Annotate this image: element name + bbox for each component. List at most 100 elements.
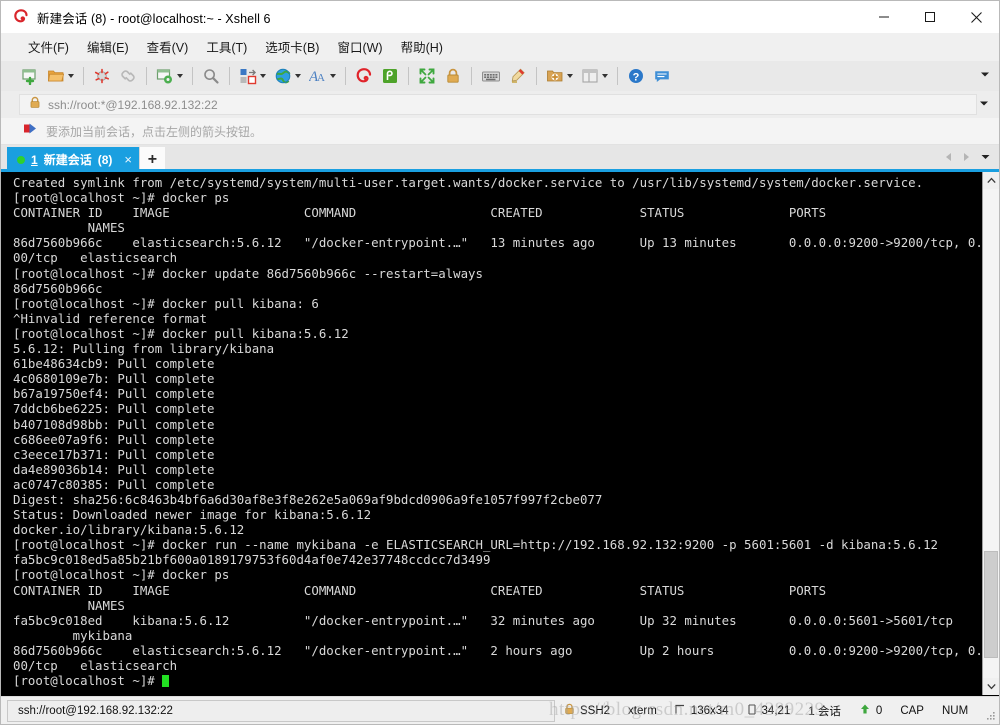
connection-status-icon xyxy=(17,155,25,164)
chevron-down-icon[interactable] xyxy=(68,74,74,78)
upload-icon xyxy=(859,703,871,718)
xftp-icon[interactable] xyxy=(378,64,402,88)
tab-prev-button[interactable] xyxy=(944,149,953,167)
terminal-output[interactable]: Created symlink from /etc/systemd/system… xyxy=(1,172,982,695)
disconnect-button[interactable] xyxy=(90,64,114,88)
chevron-down-icon[interactable] xyxy=(295,74,301,78)
menu-view[interactable]: 查看(V) xyxy=(138,33,198,60)
open-folder-button[interactable] xyxy=(44,64,77,88)
menu-edit[interactable]: 编辑(E) xyxy=(78,33,138,60)
terminal-line: NAMES xyxy=(13,220,125,236)
terminal-line: c686ee07a9f6: Pull complete xyxy=(13,431,215,447)
highlight-pen-button[interactable] xyxy=(506,64,530,88)
terminal-line: 61be48634cb9: Pull complete xyxy=(13,356,215,372)
status-session-url: ssh://root@192.168.92.132:22 xyxy=(7,699,555,722)
hint-bar: 要添加当前会话，点击左侧的箭头按钮。 xyxy=(1,118,999,145)
layout-button[interactable] xyxy=(236,64,269,88)
chevron-down-icon[interactable] xyxy=(602,74,608,78)
terminal-line: CONTAINER ID IMAGE COMMAND CREATED STATU… xyxy=(13,205,827,221)
terminal-line: Created symlink from /etc/systemd/system… xyxy=(13,175,924,190)
add-folder-button[interactable] xyxy=(543,64,576,88)
find-button[interactable] xyxy=(199,64,223,88)
chevron-down-icon[interactable] xyxy=(260,74,266,78)
toolbar-overflow-button[interactable] xyxy=(979,67,991,85)
lock-icon xyxy=(29,96,41,114)
svg-text:?: ? xyxy=(633,71,640,83)
keyboard-button[interactable] xyxy=(478,64,504,88)
address-input[interactable]: ssh://root:*@192.168.92.132:22 xyxy=(19,94,977,115)
close-button[interactable] xyxy=(953,1,999,33)
cursor-pos-icon xyxy=(747,703,757,718)
terminal-line: [root@localhost ~]# docker run --name my… xyxy=(13,537,939,553)
status-bar: ssh://root@192.168.92.132:22 SSH2 xterm … xyxy=(1,696,999,724)
toolbar: A A ? xyxy=(1,61,999,91)
title-bar: 新建会话 (8) - root@localhost:~ - Xshell 6 xyxy=(1,1,999,33)
terminal-line: docker.io/library/kibana:5.6.12 xyxy=(13,522,245,538)
new-session-button[interactable] xyxy=(18,64,42,88)
terminal-line: Digest: sha256:6c8463b4bf6a6d30af8e3f8e2… xyxy=(13,491,603,507)
chat-button[interactable] xyxy=(650,64,674,88)
lock-button[interactable] xyxy=(441,64,465,88)
menu-help[interactable]: 帮助(H) xyxy=(392,33,452,60)
font-button[interactable]: A A xyxy=(306,64,339,88)
arrange-panes-button[interactable] xyxy=(578,64,611,88)
terminal-line: ^Hinvalid reference format xyxy=(13,310,207,326)
terminal-scrollbar[interactable] xyxy=(982,172,999,695)
globe-button[interactable] xyxy=(271,64,304,88)
tab-close-button[interactable]: × xyxy=(124,152,132,167)
terminal-line: ac0747c80385: Pull complete xyxy=(13,476,215,492)
toolbar-separator xyxy=(146,67,147,85)
tab-menu-button[interactable] xyxy=(980,149,991,167)
terminal-prompt-line: [root@localhost ~]# xyxy=(13,673,982,688)
address-dropdown-button[interactable] xyxy=(978,96,990,114)
terminal-line: 00/tcp elasticsearch xyxy=(13,250,178,266)
menu-tools[interactable]: 工具(T) xyxy=(197,33,256,60)
terminal-line: 7ddcb6be6225: Pull complete xyxy=(13,401,215,417)
menu-window[interactable]: 窗口(W) xyxy=(328,33,391,60)
menu-tabs[interactable]: 选项卡(B) xyxy=(256,33,328,60)
fullscreen-button[interactable] xyxy=(415,64,439,88)
status-size: 136x34 xyxy=(666,700,738,722)
tab-next-button[interactable] xyxy=(962,149,971,167)
xshell-icon[interactable] xyxy=(352,64,376,88)
window-title: 新建会话 (8) - root@localhost:~ - Xshell 6 xyxy=(37,11,271,26)
terminal-line: 5.6.12: Pulling from library/kibana xyxy=(13,341,275,357)
terminal-line: 4c0680109e7b: Pull complete xyxy=(13,371,215,387)
menu-file[interactable]: 文件(F) xyxy=(19,33,78,60)
red-arrow-icon[interactable] xyxy=(23,122,37,140)
terminal-line: da4e89036b14: Pull complete xyxy=(13,461,215,477)
reconnect-button[interactable] xyxy=(116,64,140,88)
hint-text: 要添加当前会话，点击左侧的箭头按钮。 xyxy=(46,124,263,139)
toolbar-separator xyxy=(617,67,618,85)
scrollbar-track[interactable] xyxy=(983,189,999,678)
terminal-line: 86d7560b966c elasticsearch:5.6.12 "/dock… xyxy=(13,642,982,658)
terminal-line: fa5bc9c018ed5a85b21bf600a0189179753f60d4… xyxy=(13,552,491,568)
address-value: ssh://root:*@192.168.92.132:22 xyxy=(48,97,218,112)
scrollbar-thumb[interactable] xyxy=(984,550,998,659)
resize-grip[interactable] xyxy=(984,709,996,721)
status-terminal-type: xterm xyxy=(628,704,657,717)
chevron-down-icon[interactable] xyxy=(177,74,183,78)
lock-icon xyxy=(564,703,575,718)
terminal-line: mykibana xyxy=(13,627,133,643)
terminal-line: [root@localhost ~]# docker pull kibana:5… xyxy=(13,325,349,341)
scroll-up-button[interactable] xyxy=(983,172,999,189)
terminal-line: Status: Downloaded newer image for kiban… xyxy=(13,507,372,523)
resize-icon xyxy=(675,704,686,718)
maximize-button[interactable] xyxy=(907,1,953,33)
chevron-down-icon[interactable] xyxy=(567,74,573,78)
terminal-area: Created symlink from /etc/systemd/system… xyxy=(1,172,999,696)
chevron-down-icon[interactable] xyxy=(330,74,336,78)
status-transfer-count: 0 xyxy=(875,704,883,717)
terminal-cursor xyxy=(162,675,170,688)
terminal-line: 86d7560b966c xyxy=(13,280,103,296)
session-properties-button[interactable] xyxy=(153,64,186,88)
xshell-window: 新建会话 (8) - root@localhost:~ - Xshell 6 文… xyxy=(0,0,1000,725)
terminal-line: [root@localhost ~]# docker update 86d756… xyxy=(13,265,483,281)
scroll-down-button[interactable] xyxy=(983,678,999,695)
status-size-label: 136x34 xyxy=(690,704,729,717)
toolbar-separator xyxy=(345,67,346,85)
help-button[interactable]: ? xyxy=(624,64,648,88)
address-bar: ssh://root:*@192.168.92.132:22 xyxy=(1,91,999,118)
minimize-button[interactable] xyxy=(861,1,907,33)
